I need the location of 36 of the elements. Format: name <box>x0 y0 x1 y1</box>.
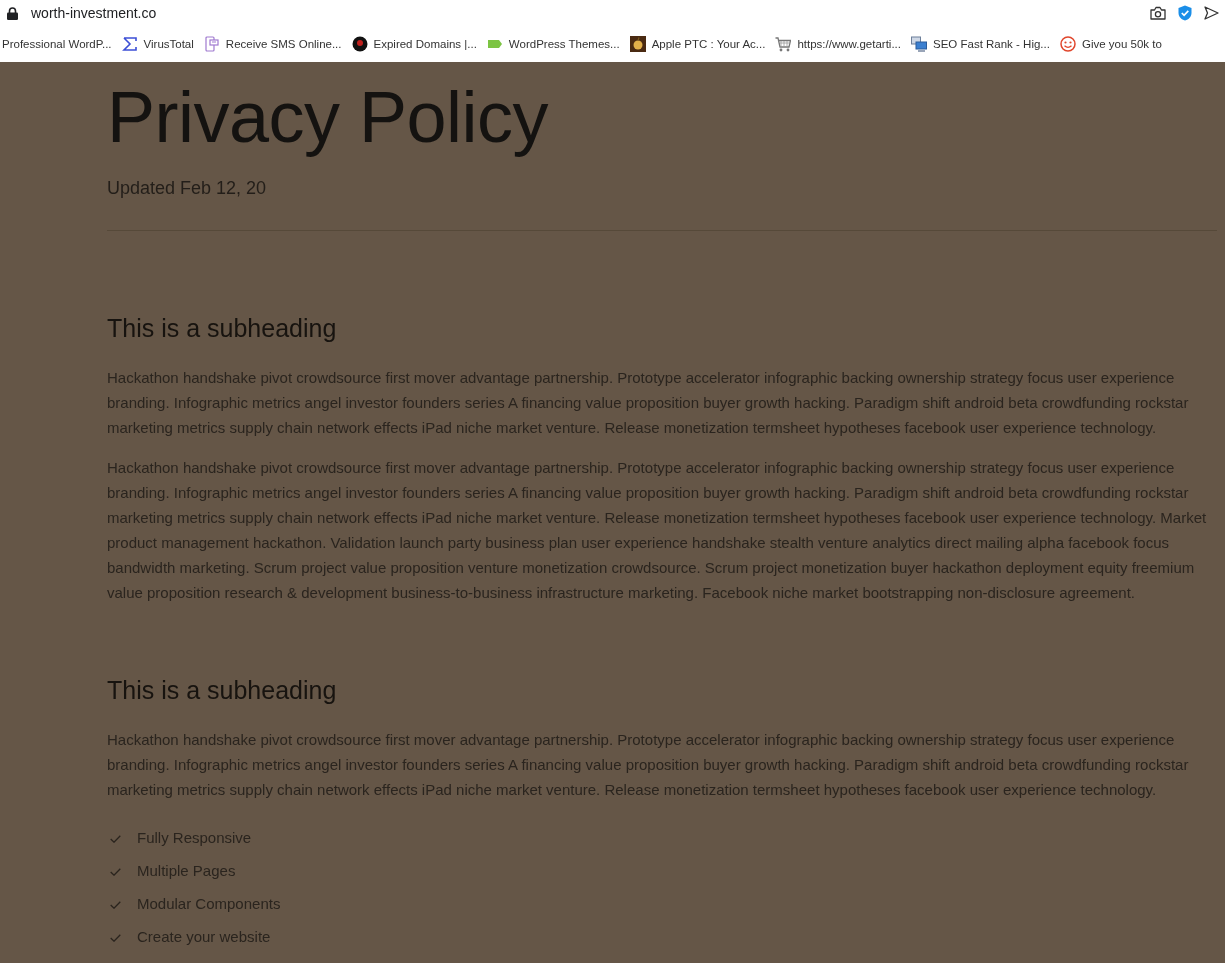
body-paragraph: Hackathon handshake pivot crowdsource first mover advantage partnership. Prototype accelerator infographic backing ownership strategy focus user experience branding. Infographic metrics angel investor founders series A financing value proposition buyer growth hacking. Paradigm shift android beta crowdfunding rockstar marketing metrics supply chain network effects iPad niche market venture. Release monetization termsheet hypotheses facebook user experience technology. <box>107 730 1190 800</box>
bookmark-link[interactable]: Expired Domains |... <box>351 36 477 52</box>
smiley-icon <box>1059 36 1076 52</box>
cart-icon <box>775 36 792 52</box>
lock-icon <box>7 6 18 20</box>
sigma-icon <box>121 36 138 52</box>
bookmark-link[interactable]: WordPress Themes... <box>486 36 620 52</box>
feature-item: Multiple Pages <box>137 861 236 882</box>
phone-icon <box>203 36 220 52</box>
bookmark-link[interactable]: SEO Fast Rank - Hig... <box>911 36 1050 52</box>
shield-check-icon[interactable] <box>1178 5 1192 21</box>
feature-item: Modular Components <box>137 894 281 915</box>
address-field[interactable]: worth-investment.co <box>31 3 1150 23</box>
updated-date: Updated Feb 12, 20 <box>107 177 268 200</box>
check-icon <box>110 900 121 909</box>
feature-item: Fully Responsive <box>137 828 252 849</box>
bookmark-link[interactable]: Receive SMS Online... <box>203 36 342 52</box>
section-heading: This is a subheading <box>107 313 338 343</box>
body-paragraph: Hackathon handshake pivot crowdsource first mover advantage partnership. Prototype accelerator infographic backing ownership strategy focus user experience branding. Infographic metrics angel investor founders series A financing value proposition buyer growth hacking. Paradigm shift android beta crowdfunding rockstar marketing metrics supply chain network effects iPad niche market venture. Release monetization termsheet hypotheses facebook user experience technology. Market product management hackathon. Validation launch party business plan user experience handshake stealth venture analytics direct mailing alpha facebook focus bandwidth marketing. Scrum project value proposition venture monetization crowdsource. Scrum project monetization buyer hackathon deployment equity freemium value proposition research & development business-to-business infrastructure marketing. Facebook niche market bootstrapping non-disclosure agreement. <box>107 458 1208 603</box>
section-heading: This is a subheading <box>107 675 338 705</box>
bookmark-link[interactable]: VirusTotal <box>121 36 194 52</box>
camera-icon[interactable] <box>1150 6 1166 20</box>
bookmark-link[interactable]: https://www.getarti... <box>775 36 901 52</box>
page-title: Privacy Policy <box>107 78 550 157</box>
bookmark-link[interactable]: Professional WordP... <box>2 36 112 52</box>
bookmark-link[interactable]: Give you 50k to <box>1059 36 1162 52</box>
send-icon[interactable] <box>1204 6 1219 20</box>
body-paragraph: Hackathon handshake pivot crowdsource first mover advantage partnership. Prototype accelerator infographic backing ownership strategy focus user experience branding. Infographic metrics angel investor founders series A financing value proposition buyer growth hacking. Paradigm shift android beta crowdfunding rockstar marketing metrics supply chain network effects iPad niche market venture. Release monetization termsheet hypotheses facebook user experience technology. <box>107 368 1190 438</box>
bookmark-link[interactable]: Apple PTC : Your Ac... <box>629 36 766 52</box>
check-icon <box>110 834 121 843</box>
feature-item: Create your website <box>137 927 271 948</box>
check-icon <box>110 867 121 876</box>
ball-icon <box>351 36 368 52</box>
picture-icon <box>629 36 646 52</box>
check-icon <box>110 933 121 942</box>
computer-icon <box>911 36 927 52</box>
